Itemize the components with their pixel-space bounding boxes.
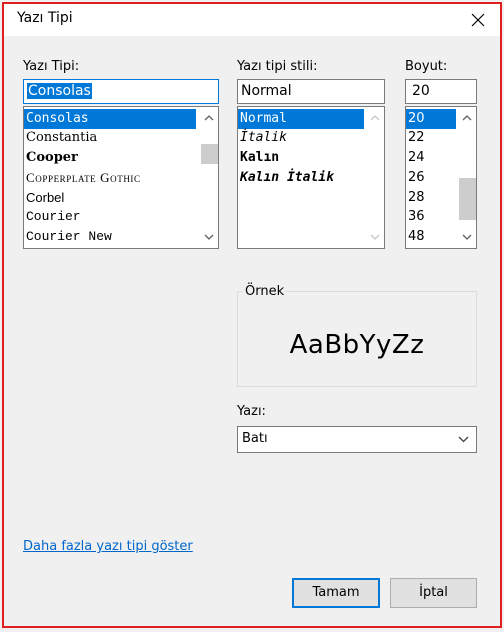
style-input-value: Normal [241,83,292,99]
chevron-down-icon [204,234,214,240]
chevron-down-icon [462,234,472,240]
scroll-up-button [366,109,384,127]
font-input[interactable]: Consolas [23,79,219,104]
font-list-item-constantia[interactable]: Constantia [24,128,97,148]
scroll-thumb[interactable] [459,178,476,220]
size-list-scrollbar[interactable] [458,107,476,248]
scroll-up-button[interactable] [458,109,476,127]
size-list-item[interactable]: 48 [406,227,425,247]
font-label: Yazı Tipi: [23,59,79,74]
script-select[interactable]: Batı [237,426,477,453]
close-button[interactable] [458,4,498,36]
ok-button[interactable]: Tamam [292,578,380,608]
style-list-scrollbar [366,107,384,248]
style-label-text: Yazı tipi stili: [237,59,318,74]
font-list-item-courier-new[interactable]: Courier New [24,227,112,247]
script-select-value: Batı [242,431,268,446]
title-bar [4,4,500,36]
style-label: Yazı tipi stili: [237,59,317,74]
style-list-item-bold[interactable]: Kalın [238,148,279,168]
scroll-up-button[interactable] [200,109,218,127]
scroll-down-button[interactable] [458,228,476,246]
scroll-down-button[interactable] [200,228,218,246]
script-label: Yazı: [237,404,266,419]
font-list-item-corbel[interactable]: Corbel [24,188,64,208]
chevron-down-icon [458,436,469,443]
style-list-item-italic[interactable]: İtalik [238,128,287,148]
window-title: Yazı Tipi [17,10,73,26]
size-label-text: Boyut: [405,59,448,74]
font-list-item-cooper[interactable]: Cooper [24,148,78,168]
size-list[interactable]: 20 22 24 26 28 36 48 [405,106,477,249]
more-fonts-link[interactable]: Daha fazla yazı tipi göster [23,539,193,554]
size-list-item[interactable]: 22 [406,128,425,148]
close-icon [471,13,485,27]
size-list-item[interactable]: 36 [406,207,425,227]
style-input[interactable]: Normal [237,79,385,104]
sample-legend: Örnek [243,284,287,299]
font-list-item-consolas[interactable]: Consolas [24,109,196,129]
font-input-value: Consolas [27,83,92,99]
size-list-item[interactable]: 20 [406,109,456,129]
size-input-value: 20 [412,83,430,99]
scroll-down-button [366,228,384,246]
size-input[interactable]: 20 [405,79,477,104]
chevron-up-icon [462,115,472,121]
size-label: Boyut: [405,59,447,74]
size-list-item[interactable]: 24 [406,148,425,168]
cancel-button[interactable]: İptal [390,578,477,608]
style-list-item-bold-italic[interactable]: Kalın İtalik [238,168,334,188]
chevron-down-icon [370,234,380,240]
font-list-item-courier[interactable]: Courier [24,207,81,227]
size-list-item[interactable]: 26 [406,168,425,188]
font-list-item-copperplate-gothic[interactable]: Copperplate Gothic [24,168,141,188]
font-list-scrollbar[interactable] [200,107,218,248]
chevron-up-icon [204,115,214,121]
sample-preview-text: AaBbYyZz [289,330,425,360]
style-list-item-normal[interactable]: Normal [238,109,364,129]
chevron-up-icon [370,115,380,121]
style-list[interactable]: Normal İtalik Kalın Kalın İtalik [237,106,385,249]
font-label-text: Yazı Tipi: [23,59,80,74]
font-list[interactable]: Consolas Constantia Cooper Copperplate G… [23,106,219,249]
scroll-thumb[interactable] [201,144,218,164]
size-list-item[interactable]: 28 [406,188,425,208]
